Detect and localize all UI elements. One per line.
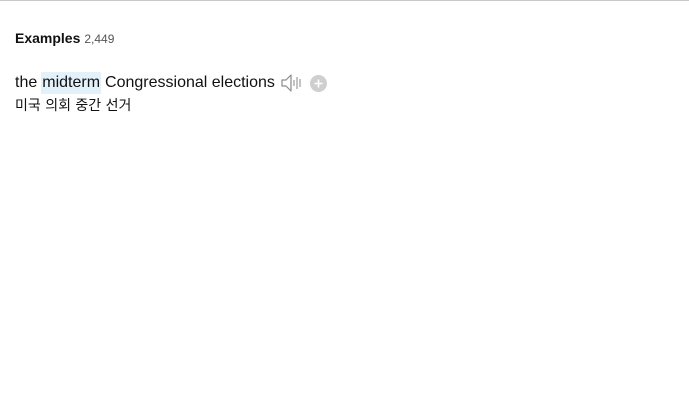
plus-icon <box>314 79 323 87</box>
speaker-icon[interactable] <box>280 72 304 94</box>
sentence-text-after: Congressional elections <box>105 74 275 91</box>
sentence-text-before: the <box>15 74 38 91</box>
example-translation: 미국 의회 중간 선거 <box>15 98 132 114</box>
examples-count: 2,449 <box>84 32 115 46</box>
examples-title: Examples <box>15 30 81 46</box>
highlighted-word: midterm <box>41 72 102 94</box>
example-item: the midterm Congressional elections 미국 의… <box>15 72 327 116</box>
add-to-wordlist-button[interactable] <box>309 74 327 92</box>
example-sentence: the midterm Congressional elections <box>15 72 327 94</box>
top-divider <box>0 0 689 1</box>
examples-header: Examples 2,449 <box>15 30 114 46</box>
